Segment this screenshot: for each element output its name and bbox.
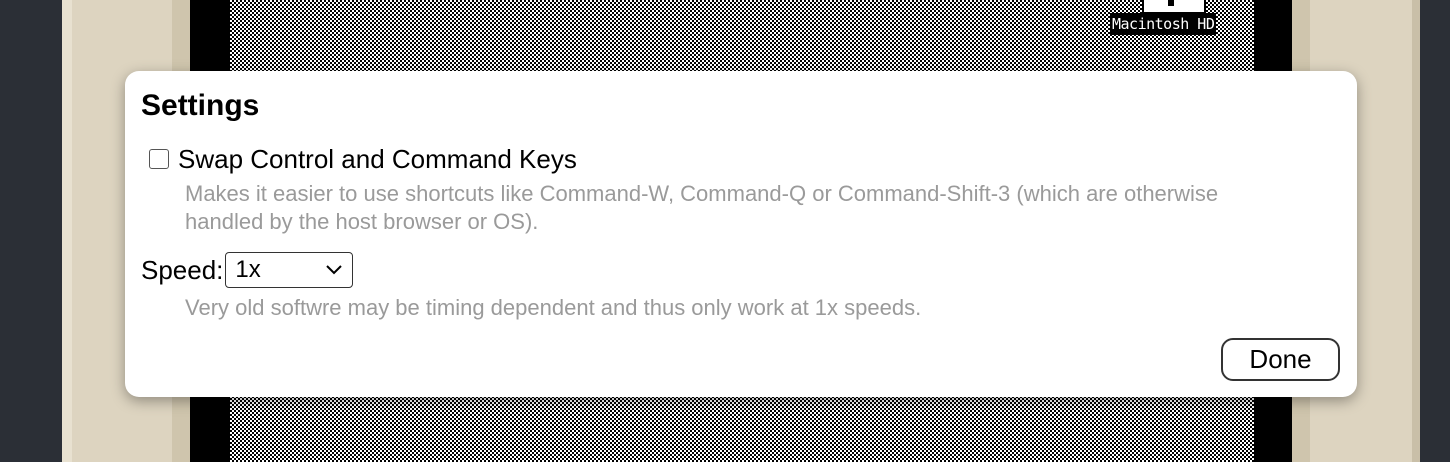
swap-keys-checkbox[interactable] xyxy=(149,149,169,169)
hard-disk-icon-notch xyxy=(1168,0,1174,6)
speed-selected-value: 1x xyxy=(235,256,261,283)
speed-help: Very old softwre may be timing dependent… xyxy=(185,295,922,320)
disk-label[interactable]: Macintosh HD xyxy=(1110,13,1217,35)
settings-dialog: Settings Swap Control and Command Keys M… xyxy=(125,71,1357,397)
swap-keys-label[interactable]: Swap Control and Command Keys xyxy=(178,143,577,175)
hard-disk-icon[interactable] xyxy=(1142,0,1206,14)
swap-keys-row[interactable]: Swap Control and Command Keys xyxy=(149,143,577,175)
case-rim-left xyxy=(62,0,72,462)
chevron-down-icon xyxy=(326,265,343,275)
swap-keys-help: Makes it easier to use shortcuts like Co… xyxy=(185,181,1219,234)
speed-select[interactable]: 1x xyxy=(225,252,354,288)
speed-row: Speed: 1x xyxy=(141,252,354,288)
done-button[interactable]: Done xyxy=(1221,338,1340,381)
case-rim-right xyxy=(1412,0,1420,462)
emulator-stage: Macintosh HD Settings Swap Control and C… xyxy=(0,0,1450,462)
dialog-title: Settings xyxy=(141,89,260,122)
speed-label: Speed: xyxy=(141,255,224,285)
